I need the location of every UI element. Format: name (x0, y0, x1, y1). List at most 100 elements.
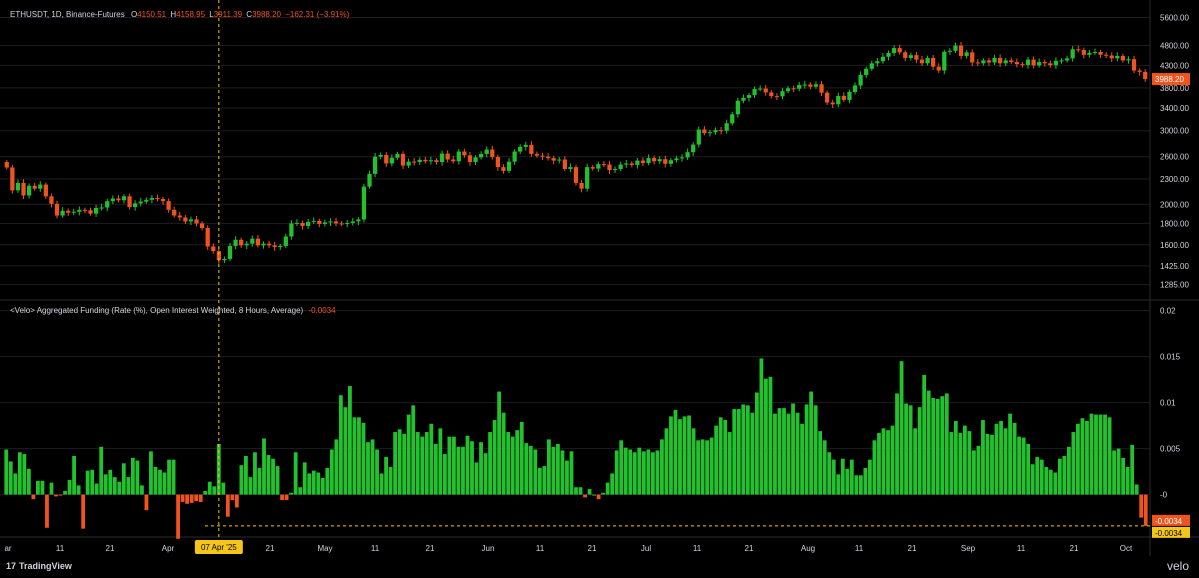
funding-bar (488, 432, 492, 495)
candle-body (283, 236, 288, 246)
candle-body (244, 243, 249, 246)
candle-body (797, 84, 802, 89)
candle-body (1009, 60, 1014, 63)
candle-body (903, 52, 908, 58)
candle-body (674, 158, 679, 161)
symbol-label: ETHUSDT, 1D, Binance-Futures (10, 10, 125, 19)
candle-body (730, 114, 735, 124)
candle-body (836, 95, 841, 105)
candle-body (1064, 58, 1070, 61)
funding-bar (804, 404, 809, 495)
funding-bar (560, 450, 565, 495)
funding-bar (456, 446, 461, 495)
funding-bar (325, 467, 330, 495)
funding-bar (465, 435, 470, 495)
funding-bar (1035, 456, 1040, 495)
price-legend[interactable]: ETHUSDT, 1D, Binance-Futures O4150.51 H4… (10, 10, 349, 19)
funding-bar (881, 428, 886, 495)
candle-body (177, 215, 182, 218)
funding-bar (492, 420, 497, 495)
funding-bar (687, 415, 691, 495)
high-value: 4158.95 (176, 10, 206, 19)
time-tick-label: Sep (961, 544, 976, 553)
funding-bar (745, 405, 750, 495)
funding-bar (212, 486, 217, 495)
candle-body (38, 184, 43, 189)
low-value: 3911.39 (213, 10, 243, 19)
candle-body (891, 48, 897, 53)
candle-body (936, 66, 941, 71)
candle-body (400, 153, 406, 166)
candle-body (958, 45, 964, 56)
candle-body (306, 221, 311, 226)
candle-body (585, 167, 590, 189)
candle-body (71, 211, 76, 213)
funding-bar (506, 432, 511, 495)
candle-body (278, 245, 283, 248)
funding-bar (185, 494, 190, 504)
time-tick-label: 21 (1070, 544, 1079, 553)
funding-bar (271, 458, 275, 495)
chart-canvas[interactable]: 5600.00 4800.00 4300.00 3800.00 3400.00 3000.… (0, 0, 1199, 578)
open-value: 4150.51 (137, 10, 167, 19)
time-tick-label: 21 (745, 544, 754, 553)
funding-bar (171, 459, 176, 495)
candle-body (1087, 52, 1092, 55)
price-tick-label: 3000.00 (1160, 127, 1189, 136)
time-axis[interactable]: ar 11 21 Apr 11 21 May 11 21 Jun 11 21 Jul 11 21 Aug 11 2… (4, 540, 1133, 554)
funding-bar (877, 432, 881, 495)
time-tick-label: Oct (1120, 544, 1133, 553)
candle-body (551, 158, 556, 161)
funding-bar (623, 447, 628, 495)
price-axis[interactable]: 5600.00 4800.00 4300.00 3800.00 3400.00 3000.… (1152, 13, 1190, 290)
funding-bar (574, 487, 578, 495)
funding-bar (13, 473, 18, 495)
funding-bar (117, 481, 122, 495)
funding-bar (895, 393, 899, 495)
funding-axis[interactable]: 0.02 0.015 0.01 0.005 -0 -0.0034 -0.0034 (1152, 307, 1190, 538)
candle-body (367, 173, 372, 187)
funding-bar (1121, 457, 1126, 495)
funding-bar (926, 390, 931, 495)
tradingview-logo[interactable]: 17 TradingView (6, 561, 72, 571)
candle-body (439, 153, 445, 163)
funding-bar (1107, 417, 1112, 495)
candle-body (691, 144, 696, 153)
price-tick-label: 1800.00 (1160, 219, 1189, 228)
funding-bar (660, 439, 664, 495)
funding-bar (831, 459, 836, 495)
funding-bar (58, 494, 63, 496)
candle-body (841, 95, 846, 100)
candle-body (741, 97, 746, 101)
funding-bar (275, 466, 280, 495)
funding-bar (709, 437, 714, 495)
candle-body (702, 129, 707, 134)
candle-body (1070, 49, 1075, 59)
funding-bar (402, 433, 407, 495)
funding-bar (311, 470, 316, 495)
funding-bar (207, 481, 212, 495)
price-tick-label: 2000.00 (1160, 200, 1189, 209)
candle-body (467, 155, 473, 163)
funding-bar (583, 494, 587, 498)
candle-body (992, 57, 997, 63)
funding-bar (1116, 448, 1121, 495)
funding-bar (840, 458, 845, 495)
funding-bar (257, 467, 262, 495)
time-tick-label: 11 (1017, 544, 1026, 553)
funding-bar (944, 393, 949, 495)
funding-bar (1003, 428, 1008, 495)
funding-bar (266, 455, 271, 495)
funding-legend[interactable]: <Velo> Aggregated Funding (Rate (%), Ope… (10, 306, 336, 315)
funding-bar (397, 429, 402, 495)
funding-bar (198, 494, 203, 502)
funding-bar (791, 403, 795, 495)
candle-body (752, 89, 757, 96)
funding-bar (994, 423, 999, 495)
candle-body (1098, 51, 1103, 55)
funding-bar (54, 494, 58, 497)
funding-bar (1112, 450, 1116, 495)
funding-bar (768, 376, 773, 495)
time-tick-label: 21 (426, 544, 435, 553)
funding-bar (614, 450, 619, 495)
